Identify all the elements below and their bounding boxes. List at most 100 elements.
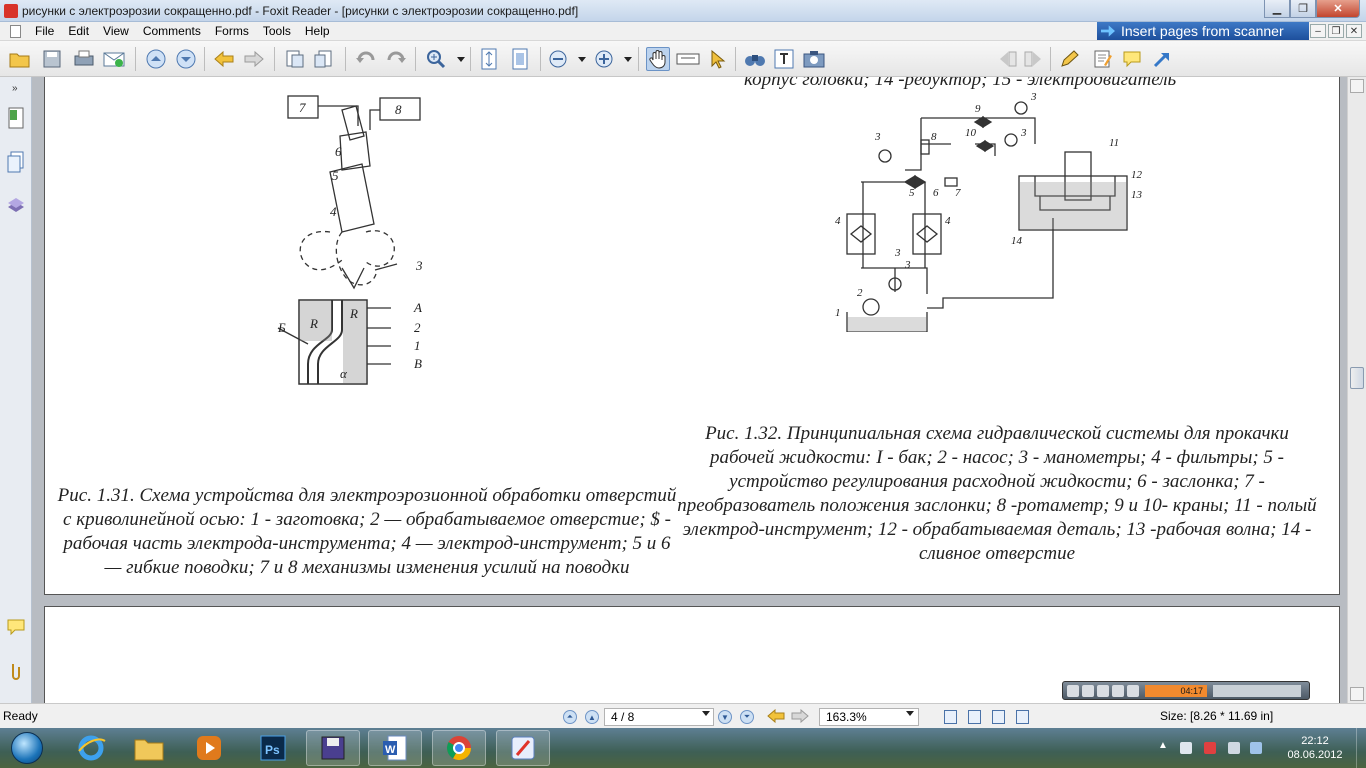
explorer-icon[interactable] xyxy=(122,730,176,766)
page-top-caption: корпус головки; 14 -редуктор; 15 - элект… xyxy=(744,77,1177,90)
bookmarks-icon[interactable] xyxy=(6,107,26,129)
zoom-plus-dropdown[interactable] xyxy=(624,57,632,62)
next-page-icon[interactable]: ▼ xyxy=(718,710,732,724)
zoom-in-icon[interactable] xyxy=(424,47,448,71)
save-disk-icon[interactable] xyxy=(306,730,360,766)
word-icon[interactable]: W xyxy=(368,730,422,766)
doc-close-button[interactable]: ✕ xyxy=(1346,24,1362,38)
hand-icon[interactable] xyxy=(646,47,670,71)
first-page-icon[interactable]: ⏶ xyxy=(563,710,577,724)
volume-icon[interactable] xyxy=(1180,742,1192,754)
continuous-view-icon[interactable] xyxy=(968,710,981,724)
text-select-icon[interactable] xyxy=(676,47,700,71)
zoom-dropdown-arrow[interactable] xyxy=(457,57,465,62)
single-page-view-icon[interactable] xyxy=(944,710,957,724)
keyboard-layout-icon[interactable] xyxy=(1250,742,1262,754)
vertical-scrollbar[interactable] xyxy=(1347,77,1366,703)
status-back-icon[interactable] xyxy=(766,706,786,726)
scroll-up-button[interactable] xyxy=(1350,79,1364,93)
menu-edit[interactable]: Edit xyxy=(61,24,96,38)
print-icon[interactable] xyxy=(72,47,96,71)
media-play-icon[interactable] xyxy=(1067,685,1079,697)
last-page-icon[interactable]: ⏷ xyxy=(740,710,754,724)
page-number-field[interactable]: 4 / 8 xyxy=(604,708,714,726)
network-icon[interactable] xyxy=(1228,742,1240,754)
zoom-out-icon[interactable] xyxy=(546,47,570,71)
menu-file[interactable]: File xyxy=(28,24,61,38)
show-desktop-button[interactable] xyxy=(1356,728,1366,768)
doc-minimize-button[interactable]: – xyxy=(1310,24,1326,38)
binoculars-icon[interactable] xyxy=(743,47,767,71)
open-icon[interactable] xyxy=(8,47,32,71)
expand-panel-icon[interactable]: » xyxy=(12,83,18,94)
menu-view[interactable]: View xyxy=(96,24,136,38)
photoshop-icon[interactable]: Ps xyxy=(246,730,300,766)
maximize-button[interactable]: ❐ xyxy=(1290,0,1316,18)
document-icon[interactable] xyxy=(10,25,21,38)
attachments-icon[interactable] xyxy=(6,661,26,683)
menu-tools[interactable]: Tools xyxy=(256,24,298,38)
page-dropdown-arrow[interactable] xyxy=(702,711,710,716)
zoom-out-dropdown[interactable] xyxy=(578,57,586,62)
scroll-down-button[interactable] xyxy=(1350,687,1364,701)
save-icon[interactable] xyxy=(40,47,64,71)
fig32-label-13: 13 xyxy=(1131,189,1143,201)
chrome-icon[interactable] xyxy=(432,730,486,766)
fig32-label-9: 9 xyxy=(975,103,981,115)
layers-icon[interactable] xyxy=(6,195,26,217)
arrow-icon[interactable] xyxy=(1150,47,1174,71)
insert-icon[interactable] xyxy=(312,47,336,71)
note-icon[interactable] xyxy=(1090,47,1114,71)
continuous-facing-view-icon[interactable] xyxy=(1016,710,1029,724)
zoom-field[interactable]: 163.3% xyxy=(819,708,919,726)
prev-page-icon[interactable]: ▲ xyxy=(585,710,599,724)
fig32-label-8: 8 xyxy=(931,131,937,143)
page-down-icon[interactable] xyxy=(174,47,198,71)
snapshot-icon[interactable] xyxy=(802,47,826,71)
find-prev-icon[interactable] xyxy=(996,47,1020,71)
show-hidden-icons-icon[interactable]: ▲ xyxy=(1158,740,1170,752)
media-volume-slider[interactable] xyxy=(1213,685,1301,697)
zoom-plus-icon[interactable] xyxy=(592,47,616,71)
menu-help[interactable]: Help xyxy=(298,24,337,38)
action-center-icon[interactable] xyxy=(1204,742,1216,754)
find-next-icon[interactable] xyxy=(1021,47,1045,71)
media-stop-icon[interactable] xyxy=(1097,685,1109,697)
select-icon[interactable] xyxy=(706,47,730,71)
fig31-label-7: 7 xyxy=(299,100,306,115)
start-button[interactable] xyxy=(4,728,50,768)
redo-icon[interactable] xyxy=(384,47,408,71)
doc-restore-button[interactable]: ❐ xyxy=(1328,24,1344,38)
menu-comments[interactable]: Comments xyxy=(136,24,208,38)
typewriter-icon[interactable] xyxy=(772,47,796,71)
document-view[interactable]: корпус головки; 14 -редуктор; 15 - элект… xyxy=(32,77,1347,703)
pencil-icon[interactable] xyxy=(1058,47,1082,71)
close-button[interactable]: ✕ xyxy=(1316,0,1360,18)
email-icon[interactable] xyxy=(102,47,126,71)
page-up-icon[interactable] xyxy=(144,47,168,71)
insert-pages-from-scanner-banner[interactable]: Insert pages from scanner xyxy=(1097,22,1309,40)
pages-icon[interactable] xyxy=(6,151,26,173)
back-icon[interactable] xyxy=(212,47,236,71)
media-next-icon[interactable] xyxy=(1127,685,1139,697)
extract-icon[interactable] xyxy=(283,47,307,71)
minimize-button[interactable]: ▁ xyxy=(1264,0,1290,18)
undo-icon[interactable] xyxy=(354,47,378,71)
internet-explorer-icon[interactable] xyxy=(64,730,118,766)
foxit-icon[interactable] xyxy=(496,730,550,766)
fit-width-icon[interactable] xyxy=(508,47,532,71)
status-forward-icon[interactable] xyxy=(790,706,810,726)
media-pause-icon[interactable] xyxy=(1082,685,1094,697)
forward-icon[interactable] xyxy=(242,47,266,71)
fit-page-icon[interactable] xyxy=(477,47,501,71)
comment-icon[interactable] xyxy=(1120,47,1144,71)
fig32-label-3d: 3 xyxy=(894,247,901,259)
comments-panel-icon[interactable] xyxy=(6,617,26,639)
zoom-level-dropdown-arrow[interactable] xyxy=(906,711,914,716)
scroll-thumb[interactable] xyxy=(1350,367,1364,389)
menu-forms[interactable]: Forms xyxy=(208,24,256,38)
clock[interactable]: 22:12 08.06.2012 xyxy=(1280,734,1350,762)
media-prev-icon[interactable] xyxy=(1112,685,1124,697)
facing-view-icon[interactable] xyxy=(992,710,1005,724)
media-player-icon[interactable] xyxy=(182,730,236,766)
